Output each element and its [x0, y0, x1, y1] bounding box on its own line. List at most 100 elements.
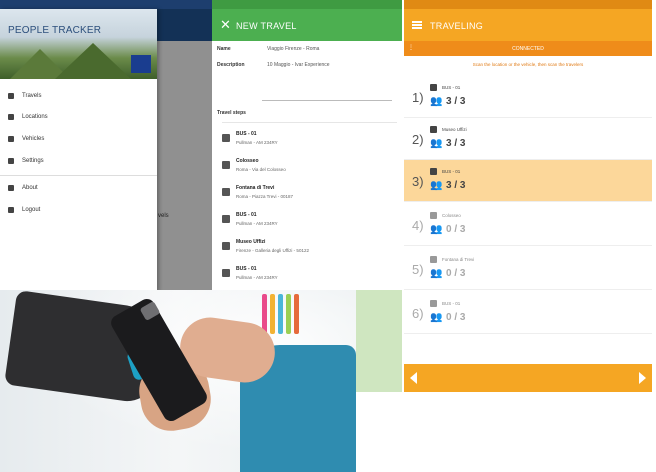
- travel-step[interactable]: Museo Uffizi Firenze - Galleria degli Uf…: [212, 234, 402, 261]
- travel-step-row[interactable]: 6) BUS - 01 👥 0 / 3: [404, 292, 652, 334]
- travel-step[interactable]: BUS - 01 Pullman - AM 234RY: [212, 261, 402, 288]
- pen-graphic: [286, 294, 291, 334]
- people-icon: 👥: [430, 96, 443, 107]
- museum-icon: [222, 161, 230, 169]
- museum-icon: [222, 242, 230, 250]
- people-icon: 👥: [430, 138, 443, 149]
- screen-title: NEW TRAVEL: [236, 21, 297, 31]
- step-place: Colosseo: [442, 213, 461, 218]
- travel-step-row[interactable]: 4) Colosseo 👥 0 / 3: [404, 204, 652, 246]
- connection-status: CONNECTED: [512, 46, 544, 52]
- step-title: Fontana di Trevi: [236, 185, 275, 191]
- people-icon: 👥: [430, 312, 443, 323]
- navigation-footer: [404, 364, 652, 392]
- step-subtitle: Roma - Piazza Trevi - 00187: [236, 194, 294, 199]
- people-count: 0 / 3: [446, 268, 466, 279]
- travel-step[interactable]: Colosseo Roma - Via del Colosseo: [212, 153, 402, 180]
- drawer-item-label: Vehicles: [22, 136, 45, 142]
- status-bar: [404, 0, 652, 9]
- step-subtitle: Firenze - Galleria degli Uffizi - 50122: [236, 248, 309, 253]
- bus-icon: [222, 215, 230, 223]
- traveling-screen: TRAVELING ⋮ CONNECTED Scan the location …: [404, 0, 652, 392]
- description-field[interactable]: 10 Maggio - Ivar Experience: [262, 58, 392, 101]
- previous-arrow-icon[interactable]: [410, 372, 417, 384]
- name-field[interactable]: Viaggio Firenze - Roma: [267, 46, 319, 52]
- people-icon: 👥: [430, 224, 443, 235]
- museum-icon: [222, 188, 230, 196]
- step-place: Fontana di Trevi: [442, 257, 475, 262]
- status-bar: [0, 0, 214, 9]
- app-title: PEOPLE TRACKER: [8, 25, 102, 36]
- bus-icon: [430, 84, 437, 91]
- travel-step-row[interactable]: 5) Fontana di Trevi 👥 0 / 3: [404, 248, 652, 290]
- drawer-divider: [0, 175, 157, 176]
- drawer-item-settings[interactable]: Settings: [0, 153, 157, 171]
- travel-step[interactable]: BUS - 01 Pullman - AM 234RY: [212, 207, 402, 234]
- menu-icon[interactable]: [412, 21, 422, 29]
- step-title: BUS - 01: [236, 266, 257, 272]
- drawer-item-locations[interactable]: Locations: [0, 109, 157, 127]
- info-icon: [8, 185, 14, 191]
- people-count: 0 / 3: [446, 224, 466, 235]
- close-icon[interactable]: ✕: [220, 18, 231, 31]
- step-subtitle: Pullman - AM 234RY: [236, 221, 278, 226]
- drawer-item-label: Locations: [22, 114, 48, 120]
- step-number: 2): [412, 132, 424, 147]
- drawer-item-label: Logout: [22, 207, 41, 213]
- gear-icon: [8, 158, 14, 164]
- museum-icon: [430, 126, 437, 133]
- pen-graphic: [270, 294, 275, 334]
- step-subtitle: Pullman - AM 234RY: [236, 140, 278, 145]
- step-number: 4): [412, 218, 424, 233]
- step-number: 5): [412, 262, 424, 277]
- people-count: 3 / 3: [446, 138, 466, 149]
- drawer-item-label: Settings: [22, 158, 44, 164]
- people-count: 3 / 3: [446, 96, 466, 107]
- people-count: 3 / 3: [446, 180, 466, 191]
- next-arrow-icon[interactable]: [639, 372, 646, 384]
- travel-step-row-active[interactable]: 3) BUS - 01 👥 3 / 3: [404, 160, 652, 202]
- location-icon: [8, 114, 14, 120]
- connection-bar: ⋮ CONNECTED: [404, 41, 652, 56]
- travel-step-row[interactable]: 1) BUS - 01 👥 3 / 3: [404, 76, 652, 118]
- people-count: 0 / 3: [446, 312, 466, 323]
- step-title: BUS - 01: [236, 131, 257, 137]
- step-place: BUS - 01: [442, 301, 461, 306]
- mountain-graphic: [55, 43, 131, 79]
- step-place: BUS - 01: [442, 169, 461, 174]
- step-number: 1): [412, 90, 424, 105]
- bus-icon: [430, 168, 437, 175]
- people-icon: 👥: [430, 180, 443, 191]
- status-bar: [212, 0, 402, 9]
- drawer-item-travels[interactable]: Travels: [0, 88, 157, 106]
- bus-icon: [222, 269, 230, 277]
- bus-icon: [222, 134, 230, 142]
- step-number: 3): [412, 174, 424, 189]
- travel-step-row[interactable]: 2) Museo Uffizi 👥 3 / 3: [404, 118, 652, 160]
- travel-icon: [8, 93, 14, 99]
- people-tracker-screen: vels PEOPLE TRACKER Travels Locations Ve…: [0, 0, 214, 292]
- drawer-item-label: Travels: [22, 93, 42, 99]
- drawer-item-logout[interactable]: Logout: [0, 202, 157, 220]
- description-value: 10 Maggio - Ivar Experience: [267, 62, 330, 68]
- scanning-photo: [0, 290, 356, 472]
- app-bar: TRAVELING: [404, 9, 652, 41]
- drawer-item-vehicles[interactable]: Vehicles: [0, 131, 157, 149]
- step-subtitle: Pullman - AM 234RY: [236, 275, 278, 280]
- step-place: BUS - 01: [442, 85, 461, 90]
- museum-icon: [430, 212, 437, 219]
- step-number: 6): [412, 306, 424, 321]
- instruction-text: Scan the location or the vehicle, then s…: [472, 62, 584, 67]
- drawer-item-label: About: [22, 185, 38, 191]
- background-list-text: vels: [158, 213, 169, 219]
- travel-step[interactable]: BUS - 01 Pullman - AM 234RY: [212, 126, 402, 153]
- divider: [222, 122, 397, 123]
- travel-steps-heading: Travel steps: [217, 110, 246, 116]
- navigation-drawer: PEOPLE TRACKER Travels Locations Vehicle…: [0, 9, 157, 292]
- app-bar: ✕ NEW TRAVEL: [212, 9, 402, 41]
- description-label: Description: [217, 62, 245, 68]
- pen-graphic: [278, 294, 283, 334]
- drawer-item-about[interactable]: About: [0, 180, 157, 198]
- travel-step[interactable]: Fontana di Trevi Roma - Piazza Trevi - 0…: [212, 180, 402, 207]
- logout-icon: [8, 207, 14, 213]
